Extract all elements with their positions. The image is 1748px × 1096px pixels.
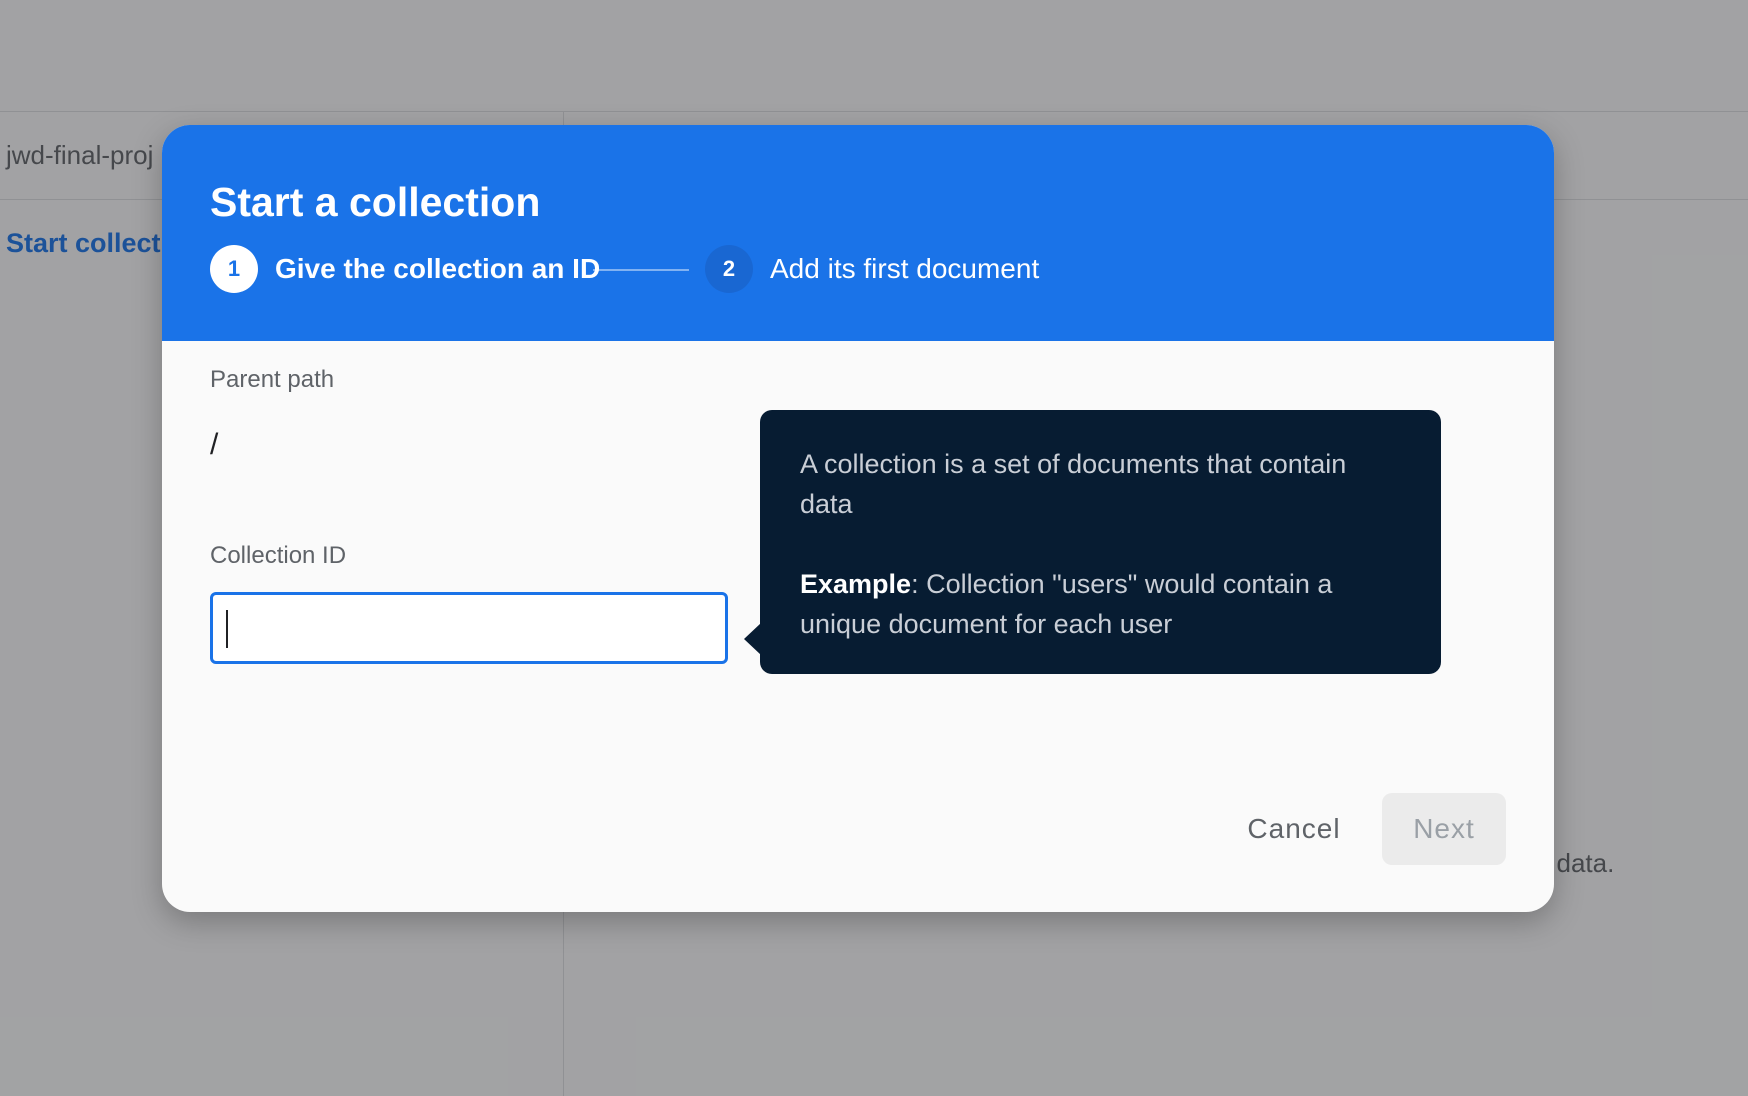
collection-id-input[interactable] xyxy=(210,592,728,664)
step-1-number: 1 xyxy=(210,245,258,293)
text-caret xyxy=(226,610,228,648)
tooltip-description: A collection is a set of documents that … xyxy=(800,449,1347,519)
tooltip-example: Example: Collection "users" would contai… xyxy=(800,564,1401,644)
step-2: 2 Add its first document xyxy=(705,245,1039,293)
tooltip-example-label: Example xyxy=(800,569,912,599)
step-1-label: Give the collection an ID xyxy=(275,253,601,284)
step-2-label: Add its first document xyxy=(770,253,1040,284)
parent-path-label: Parent path xyxy=(210,366,335,393)
next-button[interactable]: Next xyxy=(1382,793,1506,865)
dialog-header: Start a collection 1 Give the collection… xyxy=(162,125,1554,341)
tooltip-arrow xyxy=(744,623,761,655)
dialog-title: Start a collection xyxy=(210,179,541,225)
stepper-connector xyxy=(593,269,689,271)
step-1: 1 Give the collection an ID xyxy=(210,245,600,293)
start-collection-dialog: Start a collection 1 Give the collection… xyxy=(162,125,1554,912)
collection-id-label: Collection ID xyxy=(210,542,347,569)
cancel-button[interactable]: Cancel xyxy=(1219,793,1369,865)
collection-help-tooltip: A collection is a set of documents that … xyxy=(760,410,1441,674)
parent-path-value: / xyxy=(210,428,219,461)
step-2-number: 2 xyxy=(705,245,753,293)
